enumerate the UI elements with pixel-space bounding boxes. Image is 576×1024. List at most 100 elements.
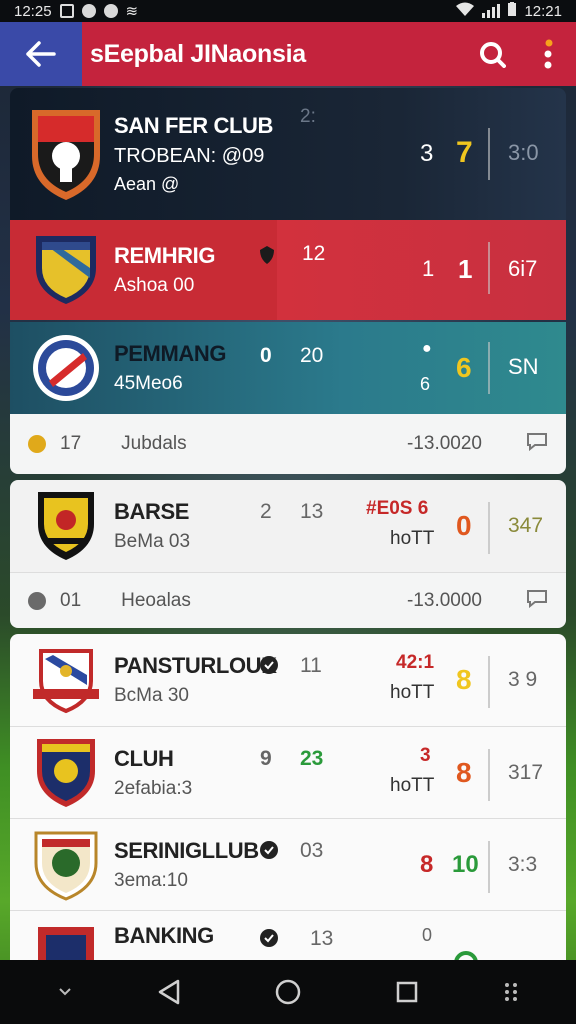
club-card[interactable]: PANSTURLOUK BcMa 30 11 42:1 hoTT 8 3 9 [10, 634, 566, 726]
match-tag: 0 [422, 925, 433, 945]
circle-home-icon [275, 979, 301, 1005]
battery-icon [508, 2, 517, 20]
team-stat: 0 [260, 344, 272, 367]
team-stat: 2 [260, 500, 272, 523]
team-name: BARSE [114, 499, 190, 524]
search-icon [480, 42, 506, 68]
page-title: sEepbal JINaonsia [90, 39, 306, 68]
match-time: 347 [508, 514, 544, 537]
team-detail: BeMa 03 [114, 531, 191, 552]
score-away: 6 [456, 352, 472, 383]
score: 0 [456, 510, 472, 541]
nav-home-button[interactable] [258, 962, 318, 1022]
nav-recents-button[interactable] [377, 962, 437, 1022]
notification-dot-icon [103, 4, 118, 18]
club-card[interactable]: CLUH 2efabia:3 9 23 3 hoTT 8 317 [10, 726, 566, 818]
team-name: SERINIGLLUB [114, 837, 259, 863]
grid-apps-icon[interactable] [496, 962, 526, 1022]
match-time: 3 9 [508, 668, 538, 691]
verified-icon [260, 841, 278, 864]
shield-icon [260, 246, 274, 269]
score-home: 6 [420, 374, 431, 394]
match-tag: 42:1 [396, 652, 435, 673]
team-detail: 45Meo6 [114, 373, 183, 394]
status-dot-icon [28, 435, 46, 453]
signal-icon [482, 4, 501, 18]
team-stat: 2: [300, 106, 316, 127]
nav-back-button[interactable] [139, 962, 199, 1022]
list-item[interactable]: 01 Heoalas -13.0000 [10, 572, 566, 628]
team-stat: 13 [300, 500, 324, 523]
team-detail: TROBEAN: @09 [114, 145, 265, 167]
more-button[interactable] [520, 22, 576, 86]
team-stat: 11 [300, 654, 322, 677]
score: 8 [456, 757, 472, 788]
divider [488, 342, 490, 394]
team-stat: 13 [310, 927, 334, 950]
comment-icon[interactable] [526, 588, 548, 614]
club-card[interactable]: BARSE BeMa 03 2 13 #E0S 6 hoTT 0 347 [10, 480, 566, 572]
club-crest-icon [24, 333, 108, 403]
club-crest-icon [24, 645, 108, 715]
list-item-value: -13.0020 [406, 433, 482, 454]
club-crest-icon [24, 106, 108, 202]
back-button[interactable] [0, 22, 82, 86]
comment-icon[interactable] [526, 431, 548, 457]
score-away: 10 [452, 851, 479, 878]
status-bar: 12:25 ≋ 12:21 [0, 0, 576, 22]
club-card[interactable]: PEMMANG 45Meo6 0 20 ● 6 6 SN [10, 322, 566, 414]
match-time: SN [508, 354, 539, 379]
app-bar: sEepbal JINaonsia [0, 22, 576, 86]
arrow-left-icon [26, 41, 56, 67]
data-saver-icon: ≋ [125, 3, 139, 20]
list-item-label: Jubdals [121, 433, 187, 454]
club-crest-icon [24, 737, 108, 809]
club-card[interactable]: REMHRIG Ashoa 00 12 1 1 6i7 [10, 220, 566, 320]
team-name: PANSTURLOUK [114, 653, 277, 678]
status-time-right: 12:21 [524, 2, 562, 20]
club-card[interactable]: SAN FER CLUB TROBEAN: @09 Aean @ 2: 3 7 … [10, 88, 566, 220]
team-name: REMHRIG [114, 243, 216, 268]
divider [488, 128, 490, 180]
team-detail: Ashoa 00 [114, 275, 195, 296]
match-tag-sub: hoTT [390, 682, 435, 703]
team-detail: Aean @ [114, 174, 180, 194]
team-stat: 03 [300, 839, 324, 862]
club-card[interactable]: SERINIGLLUB 3ema:10 03 8 10 3:3 [10, 818, 566, 910]
team-name: CLUH [114, 745, 174, 771]
match-tag-sub: hoTT [390, 528, 435, 549]
divider [488, 749, 490, 801]
team-stat: 9 [260, 747, 272, 770]
team-name: BANKING [114, 923, 214, 948]
divider [488, 502, 490, 554]
search-button[interactable] [464, 22, 520, 86]
club-crest-icon [24, 829, 108, 901]
score-home: 3 [420, 140, 434, 167]
list-item-value: -13.0000 [406, 589, 482, 611]
status-time-left: 12:25 [14, 2, 52, 20]
list-item[interactable]: 17 Jubdals -13.0020 [10, 414, 566, 474]
team-name: PEMMANG [114, 341, 227, 366]
divider [488, 656, 490, 708]
chevron-down-icon[interactable] [50, 962, 80, 1022]
notification-icon [59, 4, 74, 18]
team-name: SAN FER CLUB [114, 113, 273, 138]
match-time: 3:3 [508, 853, 538, 876]
score-away: 1 [458, 254, 473, 284]
list-item-number: 17 [60, 433, 82, 454]
triangle-back-icon [158, 979, 180, 1005]
list-item-number: 01 [60, 589, 82, 611]
square-recents-icon [396, 981, 418, 1003]
match-time: 317 [508, 761, 544, 784]
team-stat: 20 [300, 344, 324, 367]
notification-dot-icon [81, 4, 96, 18]
score-home: 8 [420, 851, 434, 878]
match-tag: #E0S 6 [366, 498, 429, 519]
divider [488, 841, 490, 893]
verified-icon [260, 656, 278, 679]
team-detail: 2efabia:3 [114, 777, 193, 799]
system-nav-bar [0, 960, 576, 1024]
more-vert-icon [544, 39, 553, 69]
team-detail: BcMa 30 [114, 685, 189, 706]
verified-icon [260, 929, 278, 952]
